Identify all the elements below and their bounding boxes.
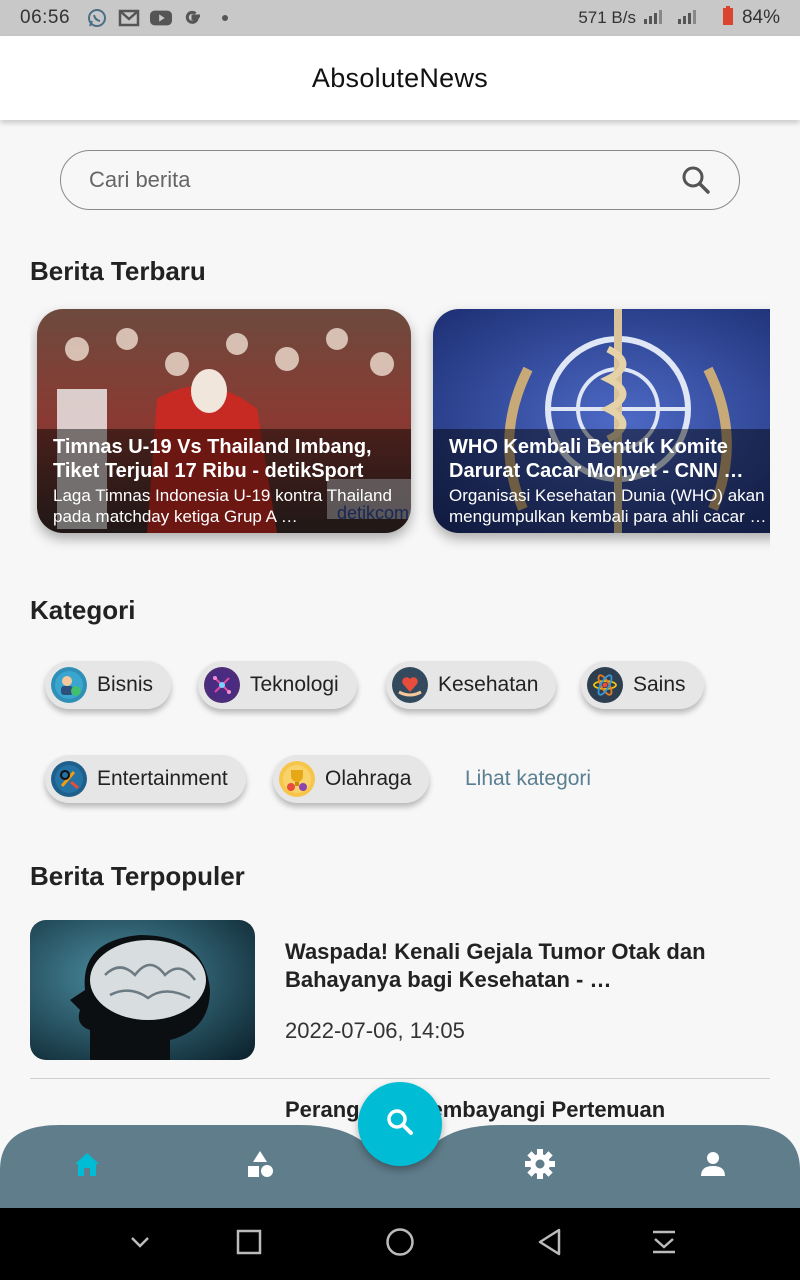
category-chip-bisnis[interactable]: Bisnis — [45, 661, 172, 709]
see-categories-link[interactable]: Lihat kategori — [465, 767, 591, 791]
technology-icon — [204, 667, 240, 703]
popular-news-title: Waspada! Kenali Gejala Tumor Otak dan Ba… — [285, 939, 706, 992]
battery-icon — [722, 5, 734, 31]
battery-percent: 84% — [741, 7, 780, 28]
chevron-down-icon — [128, 1230, 152, 1259]
popular-news-image — [30, 920, 255, 1060]
home-button[interactable] — [382, 1226, 418, 1262]
category-chip-entertainment[interactable]: Entertainment — [45, 755, 246, 803]
news-card-overlay: Timnas U-19 Vs Thailand Imbang, Tiket Te… — [37, 429, 411, 533]
news-card[interactable]: WHO Kembali Bentuk Komite Darurat Cacar … — [433, 309, 770, 533]
circle-icon — [385, 1227, 415, 1262]
latest-news-heading: Berita Terbaru — [30, 256, 206, 286]
dot-icon — [214, 7, 236, 29]
status-right: 571 B/s 84% — [578, 5, 780, 31]
category-chip-kesehatan[interactable]: Kesehatan — [386, 661, 557, 709]
category-label: Sains — [633, 673, 686, 696]
gmail-icon — [118, 7, 140, 29]
back-button[interactable] — [532, 1226, 568, 1262]
news-card[interactable]: detikcom Timnas U-19 Vs Thailand Imbang,… — [37, 309, 411, 533]
shapes-icon — [245, 1149, 275, 1184]
person-icon — [699, 1150, 727, 1183]
search-input[interactable] — [89, 167, 681, 193]
square-icon — [236, 1229, 262, 1260]
category-label: Olahraga — [325, 767, 412, 790]
news-card-overlay: WHO Kembali Bentuk Komite Darurat Cacar … — [433, 429, 770, 533]
news-card-title: Timnas U-19 Vs Thailand Imbang, Tiket Te… — [53, 436, 372, 482]
search-bar[interactable] — [60, 150, 740, 210]
gear-icon — [524, 1148, 556, 1185]
search-icon[interactable] — [681, 165, 711, 195]
category-chip-sains[interactable]: Sains — [581, 661, 704, 709]
popular-heading: Berita Terpopuler — [30, 861, 245, 891]
recents-button[interactable] — [231, 1226, 267, 1262]
news-card-title: WHO Kembali Bentuk Komite Darurat Cacar … — [449, 436, 744, 482]
pull-down-icon — [651, 1229, 677, 1260]
popular-news-date: 2022-07-06, 14:05 — [285, 1018, 465, 1043]
whatsapp-icon — [86, 7, 108, 29]
app-bar: AbsoluteNews — [0, 36, 800, 120]
collapse-button[interactable] — [122, 1226, 158, 1262]
signal-icon — [643, 7, 714, 30]
category-label: Entertainment — [97, 767, 228, 790]
popular-news-item[interactable]: Waspada! Kenali Gejala Tumor Otak dan Ba… — [30, 920, 770, 1070]
nav-settings-button[interactable] — [522, 1148, 558, 1184]
health-icon — [392, 667, 428, 703]
entertainment-icon — [51, 761, 87, 797]
science-icon — [587, 667, 623, 703]
net-speed: 571 B/s — [578, 8, 636, 27]
news-card-desc: Laga Timnas Indonesia U-19 kontra Thaila… — [53, 486, 392, 526]
notification-icons — [86, 7, 236, 29]
business-icon — [51, 667, 87, 703]
category-label: Kesehatan — [438, 673, 539, 696]
categories-heading: Kategori — [30, 595, 136, 625]
home-icon — [72, 1150, 102, 1183]
list-divider — [30, 1078, 770, 1079]
category-label: Bisnis — [97, 673, 154, 696]
category-label: Teknologi — [250, 673, 339, 696]
latest-news-carousel[interactable]: detikcom Timnas U-19 Vs Thailand Imbang,… — [30, 300, 770, 570]
sports-icon — [279, 761, 315, 797]
back-triangle-icon — [537, 1228, 563, 1261]
youtube-icon — [150, 7, 173, 29]
google-icon — [182, 7, 204, 29]
search-icon — [385, 1107, 415, 1142]
news-card-desc: Organisasi Kesehatan Dunia (WHO) akan me… — [449, 486, 767, 526]
notification-shade-button[interactable] — [646, 1226, 682, 1262]
status-bar: 06:56 571 B/s 84% — [0, 0, 800, 36]
search-fab-button[interactable] — [358, 1082, 442, 1166]
nav-categories-button[interactable] — [242, 1148, 278, 1184]
category-chip-teknologi[interactable]: Teknologi — [198, 661, 357, 709]
category-chip-olahraga[interactable]: Olahraga — [273, 755, 430, 803]
nav-home-button[interactable] — [69, 1148, 105, 1184]
app-title: AbsoluteNews — [311, 62, 489, 93]
status-time: 06:56 — [20, 7, 71, 28]
nav-profile-button[interactable] — [695, 1148, 731, 1184]
